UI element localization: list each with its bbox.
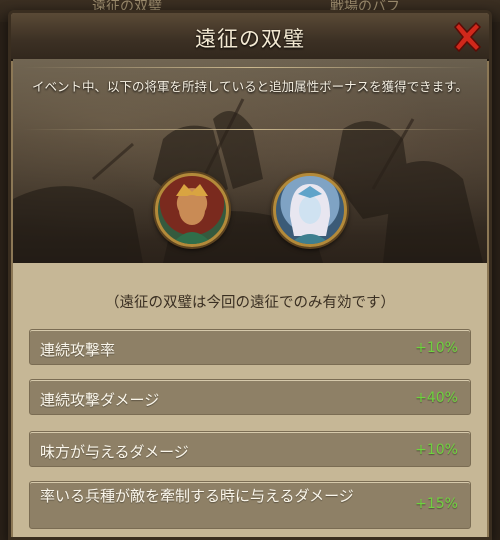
validity-note: （遠征の双璧は今回の遠征でのみ有効です） bbox=[105, 295, 395, 311]
bonus-label: 連続攻撃率 bbox=[40, 341, 116, 359]
bonus-value: +10% bbox=[415, 442, 458, 458]
bonus-label: 率いる兵種が敵を牽制する時に与えるダメージ bbox=[40, 487, 354, 505]
dialog-title: 遠征の双璧 bbox=[195, 27, 305, 51]
close-button[interactable] bbox=[449, 19, 485, 55]
bonus-label: 連続攻撃ダメージ bbox=[40, 391, 160, 409]
bonus-row: 率いる兵種が敵を牽制する時に与えるダメージ +15% bbox=[29, 481, 471, 529]
dialog-titlebar: 遠征の双璧 bbox=[11, 13, 489, 61]
bonus-label: 味方が与えるダメージ bbox=[40, 443, 189, 461]
priestess-face-icon bbox=[290, 184, 330, 244]
bonus-value: +40% bbox=[415, 390, 458, 406]
close-x-icon bbox=[453, 21, 482, 53]
bonus-row: 連続攻撃ダメージ +40% bbox=[29, 379, 471, 415]
warrior-face-icon bbox=[172, 184, 212, 244]
bonus-content-panel: （遠征の双璧は今回の遠征でのみ有効です） 連続攻撃率 +10% 連続攻撃ダメージ… bbox=[13, 263, 487, 537]
event-art-banner: イベント中、以下の将軍を所持していると追加属性ボーナスを獲得できます。 bbox=[13, 59, 487, 263]
banner-divider-bottom bbox=[23, 129, 477, 130]
bonus-value: +10% bbox=[415, 340, 458, 356]
event-description: イベント中、以下の将軍を所持していると追加属性ボーナスを獲得できます。 bbox=[32, 79, 468, 94]
general-portrait-priestess[interactable] bbox=[273, 173, 347, 247]
bonus-value: +15% bbox=[415, 496, 458, 512]
banner-divider-top bbox=[23, 67, 477, 68]
bonus-row: 連続攻撃率 +10% bbox=[29, 329, 471, 365]
bonus-row: 味方が与えるダメージ +10% bbox=[29, 431, 471, 467]
screen: 遠征の双璧 戦場のバフ 遠征の双璧 イベント中、以下の将軍を所持していると追加属… bbox=[0, 0, 500, 540]
event-bonus-dialog: 遠征の双璧 イベント中、以下の将軍を所持していると追加属性ボーナスを獲得できます… bbox=[8, 10, 492, 540]
general-portrait-warrior[interactable] bbox=[155, 173, 229, 247]
